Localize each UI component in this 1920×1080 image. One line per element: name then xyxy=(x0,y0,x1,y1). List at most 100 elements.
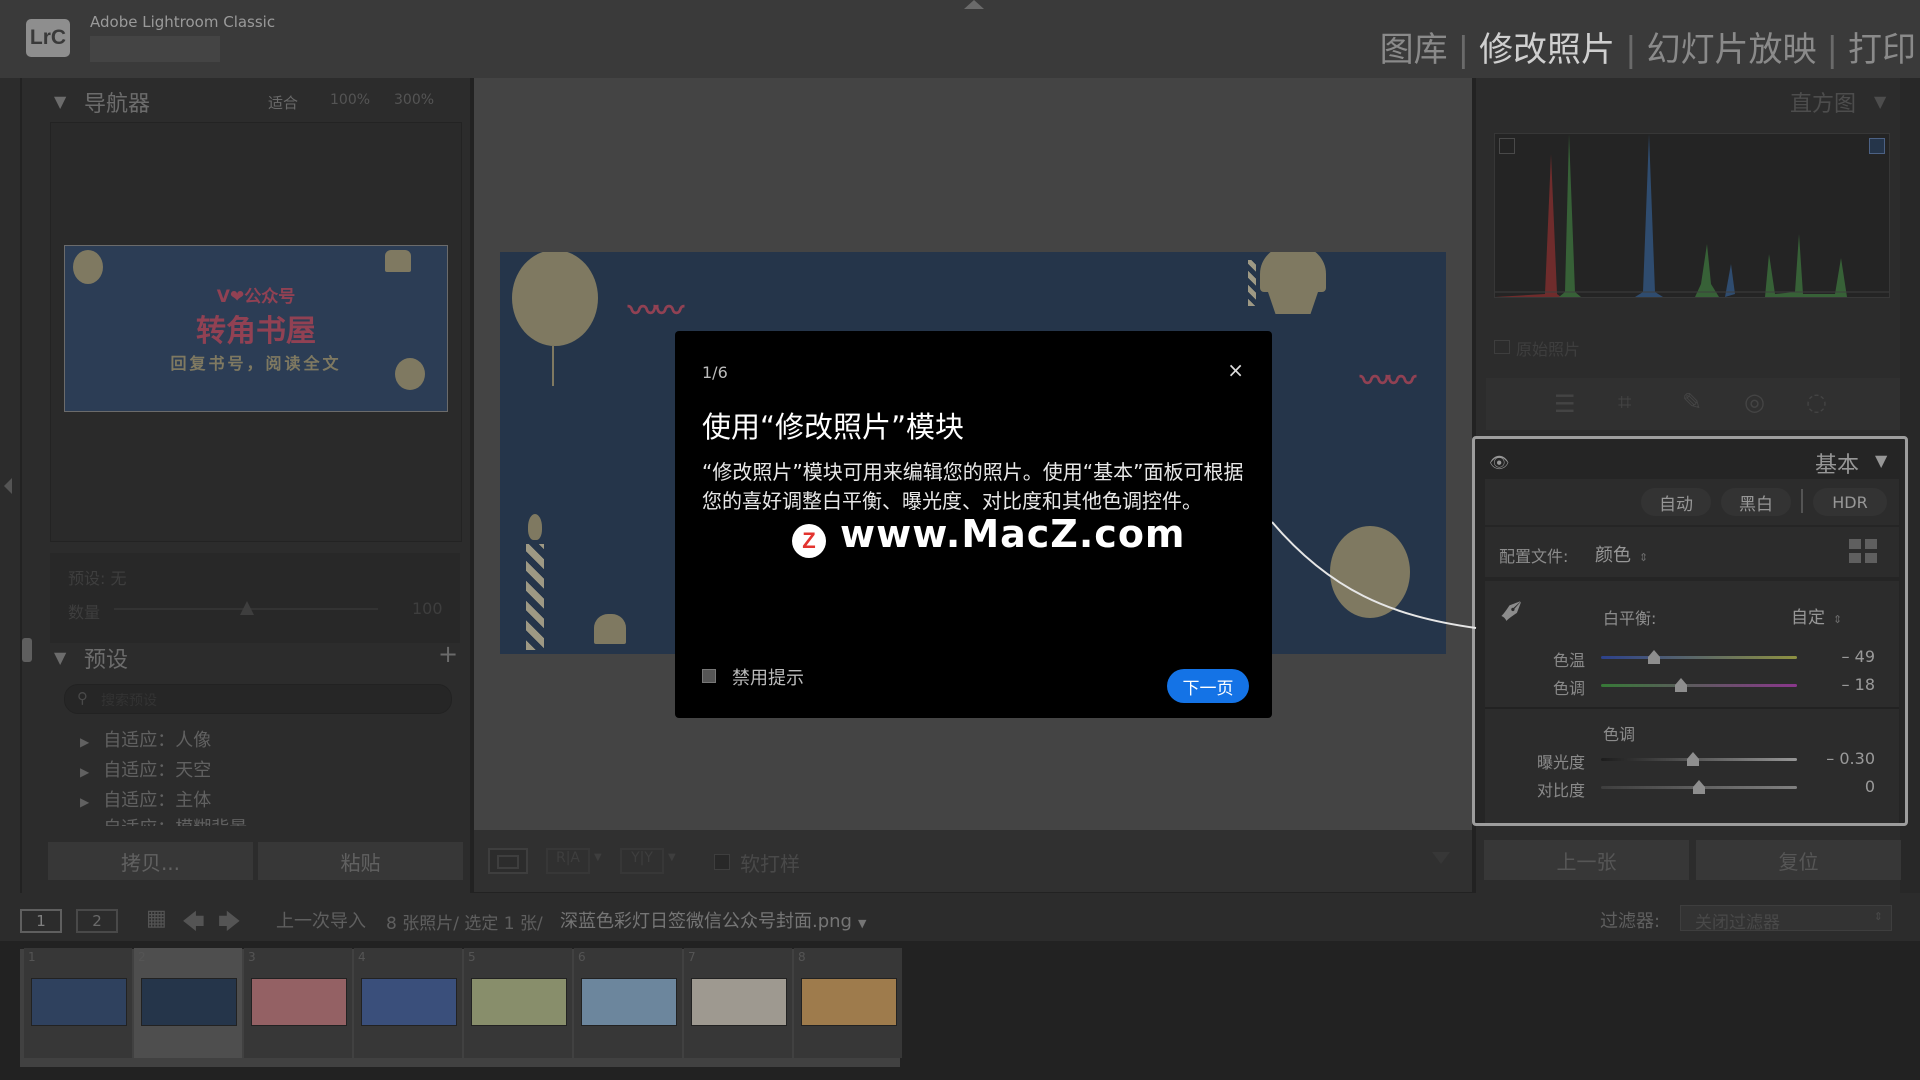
filmstrip-thumbnail[interactable] xyxy=(141,978,237,1026)
contrast-value[interactable]: 0 xyxy=(1805,777,1875,796)
filmstrip-cell[interactable]: 3 xyxy=(244,948,352,1058)
original-photo-checkbox[interactable] xyxy=(1494,340,1510,354)
filmstrip-cell[interactable]: 1 xyxy=(24,948,132,1058)
preset-group-sky[interactable]: ▶ 自适应：天空 xyxy=(80,756,211,782)
module-library[interactable]: 图库 xyxy=(1380,30,1448,70)
forward-arrow-icon[interactable]: 🡆 xyxy=(218,905,241,943)
eye-icon[interactable]: 👁 xyxy=(1489,453,1509,472)
filmstrip-cell[interactable]: 5 xyxy=(464,948,572,1058)
highlight-clipping-icon[interactable] xyxy=(1869,138,1885,154)
zoom-300[interactable]: 300% xyxy=(394,92,434,108)
profile-browser-icon[interactable] xyxy=(1849,539,1877,563)
filmstrip-thumbnail[interactable] xyxy=(31,978,127,1026)
auto-button[interactable]: 自动 xyxy=(1641,488,1711,516)
zoom-100[interactable]: 100% xyxy=(330,92,370,108)
search-icon: ⚲ xyxy=(77,689,88,707)
chevron-down-icon[interactable]: ▼ xyxy=(668,852,676,863)
shadow-clipping-icon[interactable] xyxy=(1499,138,1515,154)
filmstrip-thumbnail[interactable] xyxy=(581,978,677,1026)
center-toolbar: R|A ▼ Y|Y ▼ 软打样 xyxy=(474,830,1472,892)
app-title: Adobe Lightroom Classic xyxy=(90,13,276,31)
previous-button[interactable]: 上一张 xyxy=(1484,840,1689,880)
balloon-graphic xyxy=(512,252,598,346)
filmstrip-cell[interactable]: 4 xyxy=(354,948,462,1058)
filmstrip-thumbnail[interactable] xyxy=(801,978,897,1026)
tint-value[interactable]: – 18 xyxy=(1805,675,1875,694)
red-eye-icon[interactable]: ◎ xyxy=(1744,388,1765,416)
contrast-slider-thumb[interactable] xyxy=(1693,779,1705,794)
module-develop[interactable]: 修改照片 xyxy=(1479,30,1615,70)
basic-collapse-icon[interactable]: ▼ xyxy=(1875,451,1887,470)
back-arrow-icon[interactable]: 🡄 xyxy=(182,905,205,943)
heal-icon[interactable]: ✎ xyxy=(1682,388,1702,416)
histogram[interactable] xyxy=(1494,133,1890,298)
wb-select[interactable]: 自定 ⇕ xyxy=(1791,603,1842,628)
edit-sliders-icon[interactable]: ☰ xyxy=(1554,390,1576,418)
next-page-button[interactable]: 下一页 xyxy=(1167,669,1249,703)
preset-group-blur[interactable]: ▶自适应：模糊背景 xyxy=(80,814,247,826)
preset-search-input[interactable]: ⚲ 搜索预设 xyxy=(64,684,452,714)
filmstrip-cell-selected[interactable]: 2 xyxy=(134,948,242,1058)
identity-plate xyxy=(90,36,220,62)
tint-slider[interactable] xyxy=(1601,684,1797,687)
exposure-slider-thumb[interactable] xyxy=(1687,751,1700,766)
hdr-button[interactable]: HDR xyxy=(1813,488,1887,516)
add-preset-button[interactable]: + xyxy=(438,640,458,668)
preset-amount-panel: 预设: 无 数量 100 xyxy=(50,553,460,643)
loupe-view-icon[interactable] xyxy=(488,848,528,874)
histogram-collapse-icon[interactable]: ▼ xyxy=(1874,92,1886,111)
tone-title: 色调 xyxy=(1603,725,1636,744)
source-label[interactable]: 上一次导入 xyxy=(276,907,366,933)
filmstrip-thumbnail[interactable] xyxy=(361,978,457,1026)
grid-view-icon[interactable]: ▦ xyxy=(146,906,167,931)
zoom-fit[interactable]: 适合 xyxy=(268,92,298,113)
main-window-button[interactable]: 1 xyxy=(20,909,62,933)
preset-group-subject[interactable]: ▶ 自适应：主体 xyxy=(80,786,211,812)
filmstrip-cell[interactable]: 8 xyxy=(794,948,902,1058)
module-print[interactable]: 打印 xyxy=(1848,30,1916,70)
filmstrip-thumbnail[interactable] xyxy=(251,978,347,1026)
filmstrip-thumbnail[interactable] xyxy=(471,978,567,1026)
filter-select[interactable]: 关闭过滤器 ⇕ xyxy=(1680,905,1892,933)
second-window-button[interactable]: 2 xyxy=(76,909,118,933)
close-icon[interactable]: × xyxy=(1227,358,1244,382)
exposure-value[interactable]: – 0.30 xyxy=(1805,749,1875,768)
temp-value[interactable]: – 49 xyxy=(1805,647,1875,666)
temp-slider-thumb[interactable] xyxy=(1647,649,1660,664)
toolbar-menu-icon[interactable] xyxy=(1432,852,1450,864)
profile-select[interactable]: 颜色 ⇕ xyxy=(1595,541,1648,567)
dialog-body: “修改照片”模块可用来编辑您的照片。使用“基本”面板可根据您的喜好调整白平衡、曝… xyxy=(702,460,1244,513)
cupcake-graphic xyxy=(1260,252,1326,292)
tint-slider-thumb[interactable] xyxy=(1675,677,1688,692)
crop-icon[interactable]: ⌗ xyxy=(1618,388,1632,416)
reset-button[interactable]: 复位 xyxy=(1696,840,1901,880)
soft-proof-checkbox[interactable] xyxy=(714,854,730,870)
before-after-lr-icon[interactable]: R|A xyxy=(546,848,590,874)
module-slideshow[interactable]: 幻灯片放映 xyxy=(1647,30,1817,70)
filename[interactable]: 深蓝色彩灯日签微信公众号封面.png ▼ xyxy=(560,907,866,933)
contrast-label: 对比度 xyxy=(1536,781,1585,800)
wave-graphic: 〰〰 xyxy=(1360,364,1416,399)
before-after-swap-icon[interactable]: Y|Y xyxy=(620,848,664,874)
amount-slider-thumb[interactable] xyxy=(240,601,254,615)
collapse-left-panel-icon[interactable] xyxy=(4,478,12,494)
disable-tips-checkbox[interactable] xyxy=(702,669,716,683)
left-scrollbar[interactable] xyxy=(22,638,32,662)
chevron-down-icon[interactable]: ▼ xyxy=(594,852,602,863)
temp-slider[interactable] xyxy=(1601,656,1797,659)
presets-collapse-icon[interactable]: ▼ xyxy=(54,648,66,667)
step-counter: 1/6 xyxy=(702,363,728,382)
masking-icon[interactable]: ◌ xyxy=(1806,388,1827,416)
photo-count: 8 张照片/ 选定 1 张/ xyxy=(386,914,543,934)
filmstrip-cell[interactable]: 6 xyxy=(574,948,682,1058)
navigator-thumbnail[interactable]: V❤公众号 转角书屋 回复书号，阅读全文 xyxy=(64,245,448,412)
filmstrip-thumbnail[interactable] xyxy=(691,978,787,1026)
bw-button[interactable]: 黑白 xyxy=(1721,488,1791,516)
navigator-collapse-icon[interactable]: ▼ xyxy=(54,92,66,111)
collapse-top-panel-icon[interactable] xyxy=(964,0,984,9)
preset-group-portrait[interactable]: ▶ 自适应：人像 xyxy=(80,726,211,752)
candle-graphic xyxy=(526,544,544,650)
paste-button[interactable]: 粘贴 xyxy=(258,842,463,880)
copy-button[interactable]: 拷贝... xyxy=(48,842,253,880)
filmstrip-cell[interactable]: 7 xyxy=(684,948,792,1058)
